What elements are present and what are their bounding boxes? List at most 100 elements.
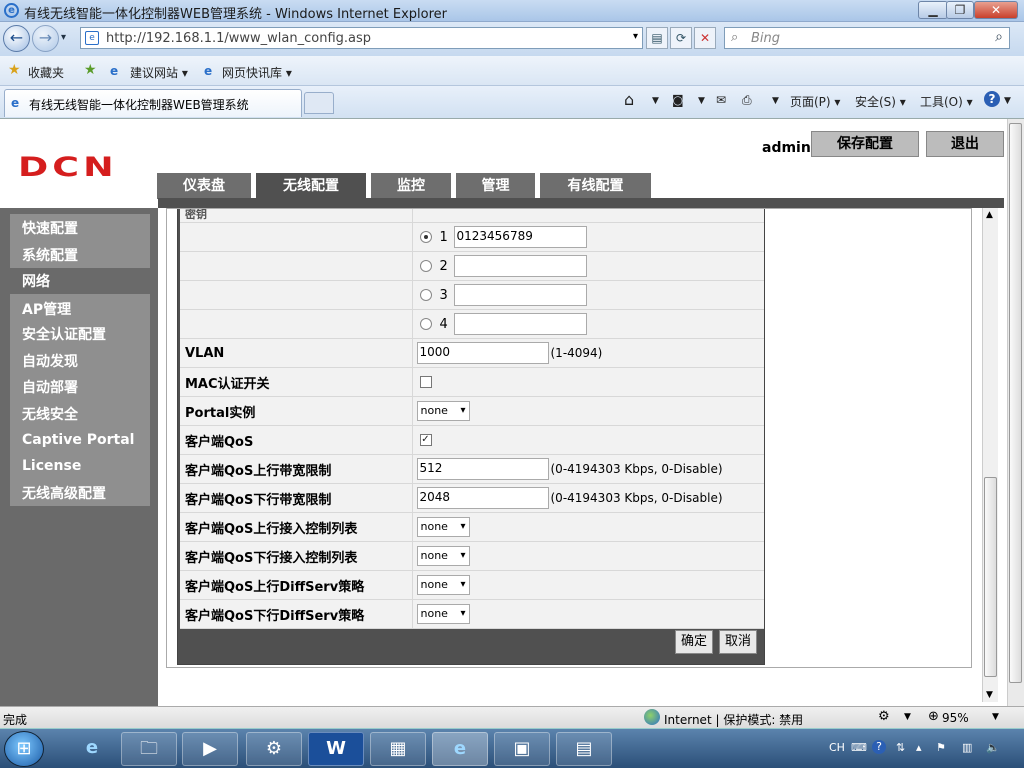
volume-icon[interactable]: 🔈 (986, 741, 1000, 754)
print-dropdown-icon[interactable]: ▼ (772, 96, 779, 106)
logout-button[interactable]: 退出 (926, 131, 1004, 157)
show-hidden-icons[interactable]: ▴ (916, 741, 922, 754)
ie-icon[interactable]: e (64, 732, 120, 766)
compat-view-icon[interactable]: ▤ (646, 27, 668, 49)
popup-dropdown-icon[interactable]: ▼ (904, 712, 911, 722)
ime-options-icon[interactable]: ⇅ (896, 741, 905, 754)
add-favorite-icon[interactable]: ★ (84, 62, 97, 78)
tools-menu[interactable]: 工具(O) ▾ (920, 93, 973, 110)
key-4-input[interactable] (453, 313, 587, 335)
media-player-icon[interactable]: ▶ (182, 732, 238, 766)
browser-tab-active[interactable]: e 有线无线智能一体化控制器WEB管理系统 (4, 89, 302, 117)
scroll-thumb[interactable] (984, 477, 997, 677)
vlan-input[interactable]: 1000 (416, 342, 549, 364)
sidebar-item-quick-config[interactable]: 快速配置 (22, 218, 78, 238)
key-4-radio[interactable] (419, 318, 432, 330)
history-dropdown-icon[interactable]: ▾ (61, 32, 66, 43)
network-tray-icon[interactable]: ▥ (962, 741, 972, 754)
address-bar[interactable]: e http://192.168.1.1/www_wlan_config.asp… (80, 27, 643, 49)
address-dropdown-icon[interactable]: ▾ (633, 31, 638, 42)
keyboard-icon[interactable]: ⌨ (851, 741, 867, 754)
help-dropdown-icon[interactable]: ▼ (1004, 96, 1011, 106)
sidebar-item-wireless-security[interactable]: 无线安全 (22, 404, 78, 424)
sidebar-item-license[interactable]: License (22, 458, 81, 474)
language-indicator[interactable]: CH (829, 741, 845, 754)
close-window-button[interactable]: ✕ (974, 1, 1018, 19)
favorites-button[interactable]: 收藏夹 (28, 64, 64, 81)
tab-wireless-config[interactable]: 无线配置 (256, 173, 366, 200)
feeds-icon[interactable]: ◙ (672, 93, 684, 107)
calculator-icon[interactable]: ▤ (556, 732, 612, 766)
tab-dashboard[interactable]: 仪表盘 (157, 173, 251, 199)
qos-down-limit-input[interactable]: 2048 (416, 487, 549, 509)
web-slice-gallery-link[interactable]: 网页快讯库 ▾ (222, 64, 292, 81)
print-icon[interactable]: ⎙ (742, 93, 752, 108)
sidebar-item-ap-management[interactable]: AP管理 (22, 299, 71, 319)
safety-menu[interactable]: 安全(S) ▾ (855, 93, 906, 110)
tab-monitor[interactable]: 监控 (371, 173, 451, 199)
refresh-icon[interactable]: ⟳ (670, 27, 692, 49)
new-tab-button[interactable] (304, 92, 334, 114)
qos-down-acl-select[interactable]: none (416, 546, 470, 566)
ie-window-icon[interactable]: e (432, 732, 488, 766)
key-3-input[interactable] (453, 284, 587, 306)
qos-down-diffserv-select[interactable]: none (416, 604, 470, 624)
sidebar-item-captive-portal[interactable]: Captive Portal (22, 432, 134, 448)
scroll-down-icon[interactable]: ▼ (986, 690, 993, 700)
read-mail-icon[interactable]: ✉ (716, 93, 726, 107)
help-tray-icon[interactable]: ? (872, 740, 886, 754)
help-icon[interactable]: ? (984, 91, 1000, 107)
suggested-sites-link[interactable]: 建议网站 ▾ (130, 64, 188, 81)
qos-up-diffserv-select[interactable]: none (416, 575, 470, 595)
key-2-radio[interactable] (419, 260, 432, 272)
home-icon[interactable]: ⌂ (624, 90, 634, 109)
picture-icon[interactable]: ▣ (494, 732, 550, 766)
sidebar-item-system-config[interactable]: 系统配置 (22, 245, 78, 265)
key-2-input[interactable] (453, 255, 587, 277)
page-scrollbar[interactable] (1007, 119, 1024, 707)
security-zone-text[interactable]: Internet | 保护模式: 禁用 (664, 711, 803, 728)
tab-manage[interactable]: 管理 (456, 173, 535, 199)
qos-up-limit-input[interactable]: 512 (416, 458, 549, 480)
key-3-radio[interactable] (419, 289, 432, 301)
start-button[interactable]: ⊞ (4, 731, 44, 767)
save-config-button[interactable]: 保存配置 (811, 131, 919, 157)
favorites-star-icon[interactable]: ★ (8, 62, 21, 78)
sidebar-item-auto-deploy[interactable]: 自动部署 (22, 377, 78, 397)
key-1-input[interactable]: 0123456789 (453, 226, 587, 248)
mac-auth-checkbox[interactable] (419, 376, 432, 388)
home-dropdown-icon[interactable]: ▼ (652, 96, 659, 106)
qos-up-acl-select[interactable]: none (416, 517, 470, 537)
search-icon[interactable]: ⌕ (995, 29, 1003, 45)
wps-icon[interactable]: W (308, 732, 364, 766)
forward-button[interactable]: → (32, 25, 59, 52)
page-scroll-thumb[interactable] (1009, 123, 1022, 683)
zoom-icon[interactable]: ⊕ (928, 709, 939, 724)
cancel-button[interactable]: 取消 (719, 630, 757, 654)
tab-wired-config[interactable]: 有线配置 (540, 173, 651, 199)
sidebar-item-network[interactable]: 网络 (22, 271, 50, 291)
stop-icon[interactable]: ✕ (694, 27, 716, 49)
zoom-level[interactable]: 95% (942, 711, 969, 725)
back-button[interactable]: ← (3, 25, 30, 52)
tool-icon[interactable]: ⚙ (246, 732, 302, 766)
maximize-button[interactable]: ❐ (946, 1, 974, 19)
action-center-icon[interactable]: ⚑ (936, 741, 946, 754)
portal-instance-select[interactable]: none (416, 401, 470, 421)
key-1-radio[interactable] (419, 231, 432, 243)
feeds-dropdown-icon[interactable]: ▼ (698, 96, 705, 106)
client-qos-checkbox[interactable]: ✓ (419, 434, 432, 446)
sidebar-item-security-auth[interactable]: 安全认证配置 (22, 324, 106, 344)
scroll-up-icon[interactable]: ▲ (986, 210, 993, 220)
explorer-icon[interactable]: 🗀 (121, 732, 177, 766)
sidebar-item-wireless-advanced[interactable]: 无线高级配置 (22, 483, 106, 503)
sidebar-item-auto-discovery[interactable]: 自动发现 (22, 351, 78, 371)
minimize-button[interactable]: ▁ (918, 1, 948, 19)
zoom-dropdown-icon[interactable]: ▼ (992, 712, 999, 722)
search-box[interactable]: ⌕ Bing ⌕ (724, 27, 1010, 49)
inner-scrollbar[interactable]: ▲ ▼ (982, 208, 998, 702)
ok-button[interactable]: 确定 (675, 630, 713, 654)
page-menu[interactable]: 页面(P) ▾ (790, 93, 840, 110)
popup-blocker-icon[interactable]: ⚙ (878, 709, 890, 724)
network-icon[interactable]: ▦ (370, 732, 426, 766)
